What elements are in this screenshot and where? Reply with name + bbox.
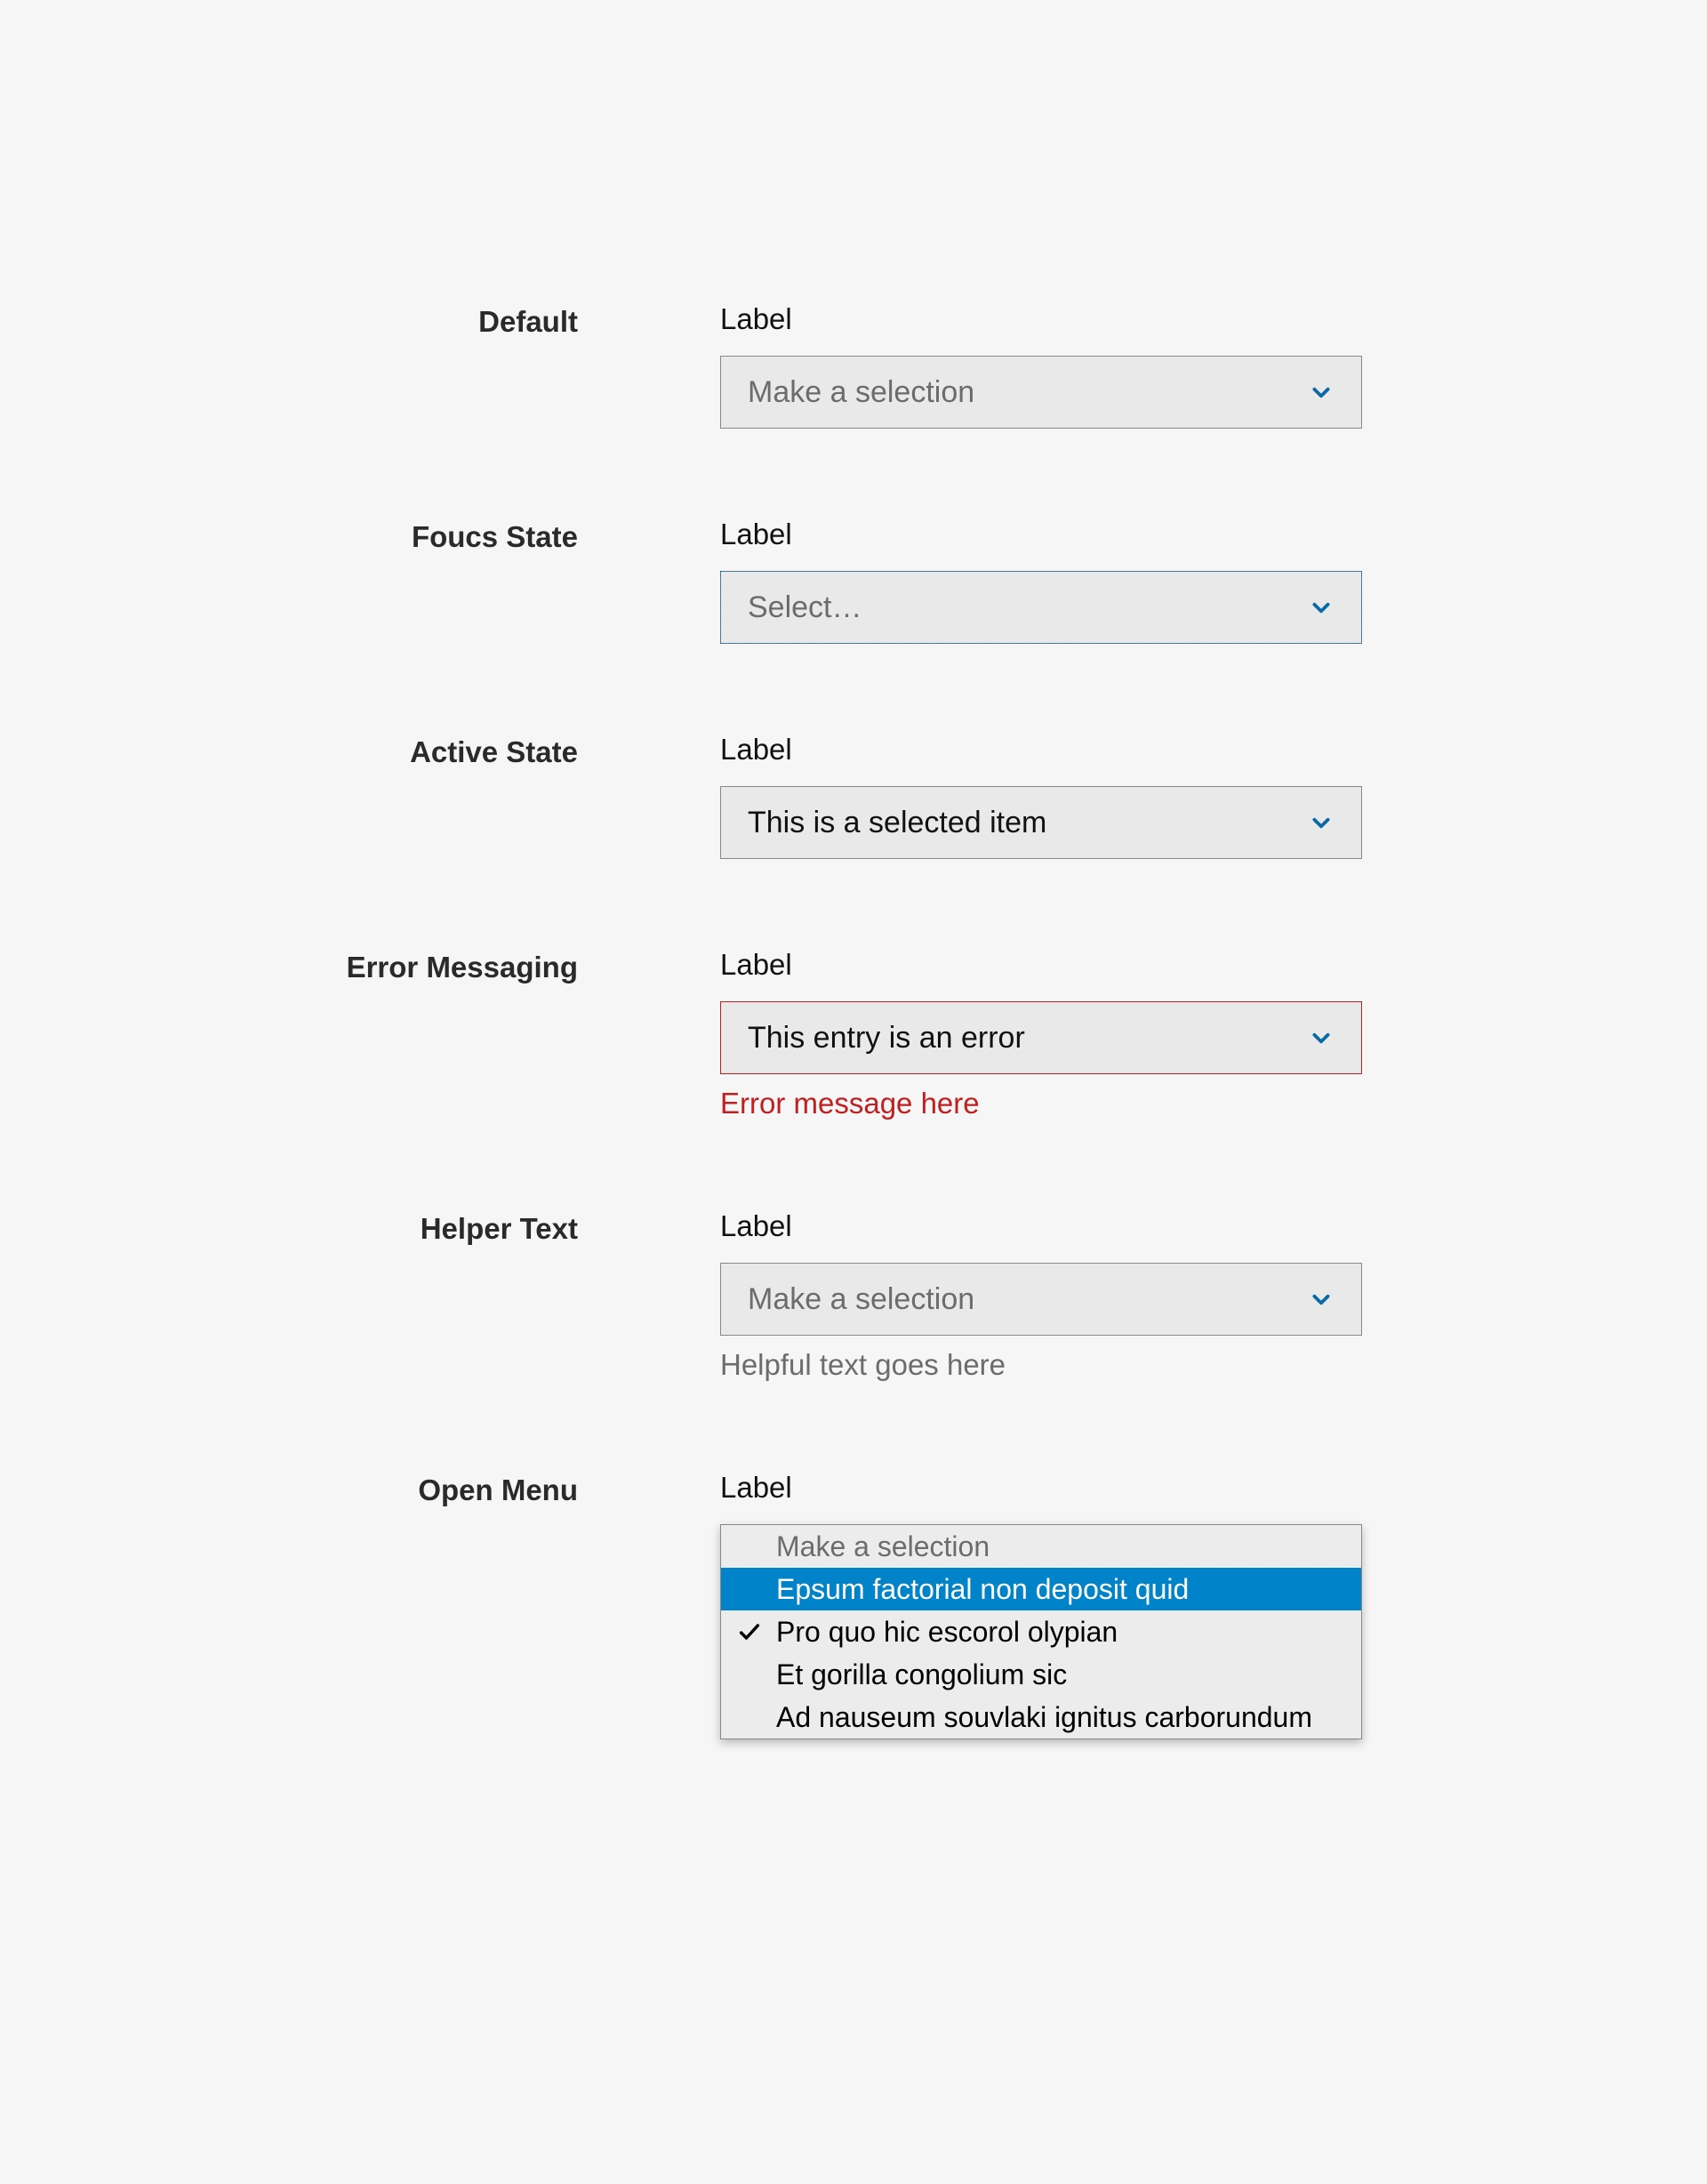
select-placeholder: Make a selection xyxy=(748,1282,1308,1317)
row-focus: Foucs State Label Select… xyxy=(0,518,1707,644)
select-placeholder: Make a selection xyxy=(748,375,1308,410)
dropdown-menu[interactable]: Make a selection Epsum factorial non depo… xyxy=(720,1524,1362,1739)
field-helper: Label Make a selection Helpful text goes… xyxy=(720,1209,1362,1382)
menu-item-label: Make a selection xyxy=(767,1530,1343,1563)
menu-item-label: Pro quo hic escorol olypian xyxy=(767,1616,1343,1649)
field-label: Label xyxy=(720,518,1362,551)
row-title-helper: Helper Text xyxy=(0,1209,578,1245)
row-title-open-menu: Open Menu xyxy=(0,1471,578,1506)
row-title-error: Error Messaging xyxy=(0,948,578,984)
field-active: Label This is a selected item xyxy=(720,733,1362,859)
field-error: Label This entry is an error Error messa… xyxy=(720,948,1362,1120)
field-focus: Label Select… xyxy=(720,518,1362,644)
menu-item-label: Ad nauseum souvlaki ignitus carborundum xyxy=(767,1701,1343,1734)
menu-item-label: Epsum factorial non deposit quid xyxy=(767,1573,1343,1606)
error-message: Error message here xyxy=(720,1087,1362,1120)
row-default: Default Label Make a selection xyxy=(0,302,1707,429)
row-active: Active State Label This is a selected it… xyxy=(0,733,1707,859)
menu-item[interactable]: Et gorilla congolium sic xyxy=(721,1653,1361,1696)
row-helper: Helper Text Label Make a selection Helpf… xyxy=(0,1209,1707,1382)
field-label: Label xyxy=(720,948,1362,982)
menu-item[interactable]: Pro quo hic escorol olypian xyxy=(721,1610,1361,1653)
check-icon xyxy=(732,1619,767,1644)
menu-item[interactable]: Epsum factorial non deposit quid xyxy=(721,1568,1361,1610)
row-error: Error Messaging Label This entry is an e… xyxy=(0,948,1707,1120)
chevron-down-icon xyxy=(1308,379,1334,405)
select-error[interactable]: This entry is an error xyxy=(720,1001,1362,1074)
select-focus[interactable]: Select… xyxy=(720,571,1362,644)
field-label: Label xyxy=(720,302,1362,336)
chevron-down-icon xyxy=(1308,809,1334,836)
row-title-default: Default xyxy=(0,302,578,338)
row-title-focus: Foucs State xyxy=(0,518,578,553)
menu-item-placeholder[interactable]: Make a selection xyxy=(721,1525,1361,1568)
menu-item-label: Et gorilla congolium sic xyxy=(767,1658,1343,1691)
field-open-menu: Label Make a selection Epsum factorial no… xyxy=(720,1471,1362,1739)
chevron-down-icon xyxy=(1308,594,1334,621)
select-value: This entry is an error xyxy=(748,1021,1308,1056)
helper-text: Helpful text goes here xyxy=(720,1348,1362,1382)
select-helper[interactable]: Make a selection xyxy=(720,1263,1362,1336)
select-placeholder: Select… xyxy=(748,590,1308,625)
row-open-menu: Open Menu Label Make a selection Epsum fa… xyxy=(0,1471,1707,1739)
select-value: This is a selected item xyxy=(748,806,1308,840)
chevron-down-icon xyxy=(1308,1024,1334,1051)
field-label: Label xyxy=(720,1209,1362,1243)
select-default[interactable]: Make a selection xyxy=(720,356,1362,429)
menu-item[interactable]: Ad nauseum souvlaki ignitus carborundum xyxy=(721,1696,1361,1738)
row-title-active: Active State xyxy=(0,733,578,768)
select-active[interactable]: This is a selected item xyxy=(720,786,1362,859)
field-label: Label xyxy=(720,1471,1362,1505)
field-label: Label xyxy=(720,733,1362,767)
field-default: Label Make a selection xyxy=(720,302,1362,429)
chevron-down-icon xyxy=(1308,1286,1334,1313)
